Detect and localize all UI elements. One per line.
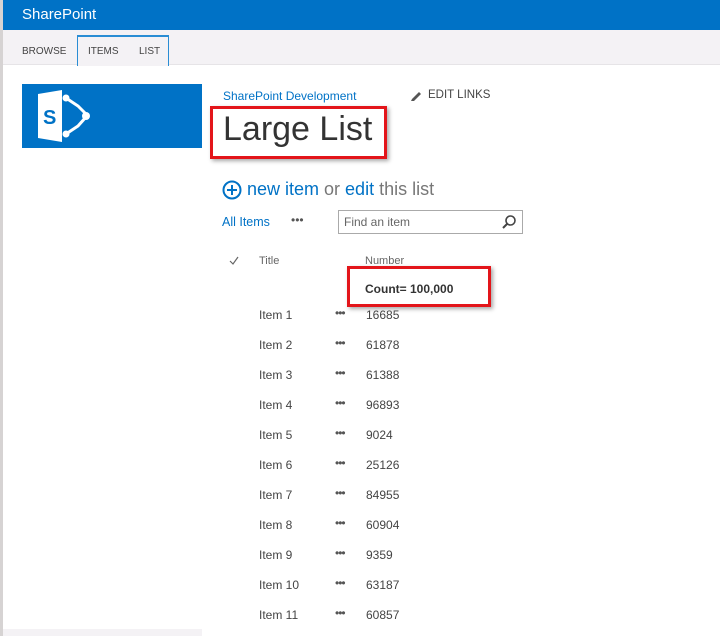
this-list-text: this list: [379, 179, 435, 199]
svg-text:S: S: [43, 107, 56, 129]
item-menu-button[interactable]: •••: [335, 576, 346, 590]
item-menu-button[interactable]: •••: [335, 426, 346, 440]
site-logo[interactable]: S: [22, 84, 202, 148]
table-row[interactable]: Item 6 ••• 25126: [0, 456, 720, 488]
item-menu-button[interactable]: •••: [335, 516, 346, 530]
pencil-icon: [411, 92, 421, 101]
count-aggregate: Count= 100,000: [365, 282, 454, 296]
edit-links-button[interactable]: EDIT LINKS: [410, 89, 490, 101]
item-title[interactable]: Item 4: [259, 398, 292, 412]
page-title: Large List: [223, 110, 373, 148]
table-row[interactable]: Item 3 ••• 61388: [0, 366, 720, 398]
item-number: 96893: [366, 398, 400, 412]
add-circle-icon[interactable]: [222, 180, 242, 200]
item-menu-button[interactable]: •••: [335, 306, 346, 320]
table-row[interactable]: Item 2 ••• 61878: [0, 336, 720, 368]
item-menu-button[interactable]: •••: [335, 456, 346, 470]
new-item-link[interactable]: new item: [247, 179, 319, 200]
search-placeholder: Find an item: [344, 215, 411, 229]
item-number: 60904: [366, 518, 400, 532]
view-more-button[interactable]: •••: [291, 213, 304, 227]
item-menu-button[interactable]: •••: [335, 336, 346, 350]
item-number: 63187: [366, 578, 400, 592]
item-number: 60857: [366, 608, 400, 622]
view-all-items[interactable]: All Items: [222, 215, 270, 229]
item-number: 84955: [366, 488, 400, 502]
item-title[interactable]: Item 11: [259, 608, 298, 622]
column-header-title[interactable]: Title: [259, 255, 279, 267]
edit-list-link[interactable]: edit: [345, 179, 374, 200]
item-title[interactable]: Item 7: [259, 488, 292, 502]
item-title[interactable]: Item 10: [259, 578, 299, 592]
item-menu-button[interactable]: •••: [335, 546, 346, 560]
item-title[interactable]: Item 2: [259, 338, 292, 352]
item-number: 16685: [366, 308, 400, 322]
item-title[interactable]: Item 8: [259, 518, 292, 532]
item-title[interactable]: Item 5: [259, 428, 292, 442]
item-number: 61388: [366, 368, 400, 382]
breadcrumb[interactable]: SharePoint Development: [223, 89, 356, 103]
table-row[interactable]: Item 5 ••• 9024: [0, 426, 720, 458]
item-title[interactable]: Item 9: [259, 548, 292, 562]
item-menu-button[interactable]: •••: [335, 606, 346, 620]
table-row[interactable]: Item 7 ••• 84955: [0, 486, 720, 518]
new-item-bar: new item or edit this list: [222, 179, 434, 200]
item-number: 9024: [366, 428, 393, 442]
item-number: 25126: [366, 458, 400, 472]
item-number: 61878: [366, 338, 400, 352]
bottom-strip: [3, 629, 202, 636]
tab-list[interactable]: LIST: [139, 46, 160, 57]
brand-link[interactable]: SharePoint: [22, 6, 96, 23]
item-number: 9359: [366, 548, 393, 562]
item-menu-button[interactable]: •••: [335, 486, 346, 500]
item-title[interactable]: Item 1: [259, 308, 292, 322]
table-row[interactable]: Item 8 ••• 60904: [0, 516, 720, 548]
search-input[interactable]: Find an item: [338, 210, 523, 234]
select-all-check-icon[interactable]: [229, 256, 239, 266]
table-row[interactable]: Item 1 ••• 16685: [0, 306, 720, 338]
item-menu-button[interactable]: •••: [335, 396, 346, 410]
item-menu-button[interactable]: •••: [335, 366, 346, 380]
or-text: or: [324, 179, 341, 199]
table-row[interactable]: Item 10 ••• 63187: [0, 576, 720, 608]
table-row[interactable]: Item 4 ••• 96893: [0, 396, 720, 428]
tab-browse[interactable]: BROWSE: [22, 46, 66, 57]
item-title[interactable]: Item 3: [259, 368, 292, 382]
sharepoint-logo-icon: S: [38, 90, 90, 142]
suite-bar: [3, 0, 720, 30]
search-icon[interactable]: [501, 214, 517, 230]
tab-items[interactable]: ITEMS: [88, 46, 119, 57]
item-title[interactable]: Item 6: [259, 458, 292, 472]
table-row[interactable]: Item 9 ••• 9359: [0, 546, 720, 578]
edit-links-label: EDIT LINKS: [428, 89, 491, 101]
